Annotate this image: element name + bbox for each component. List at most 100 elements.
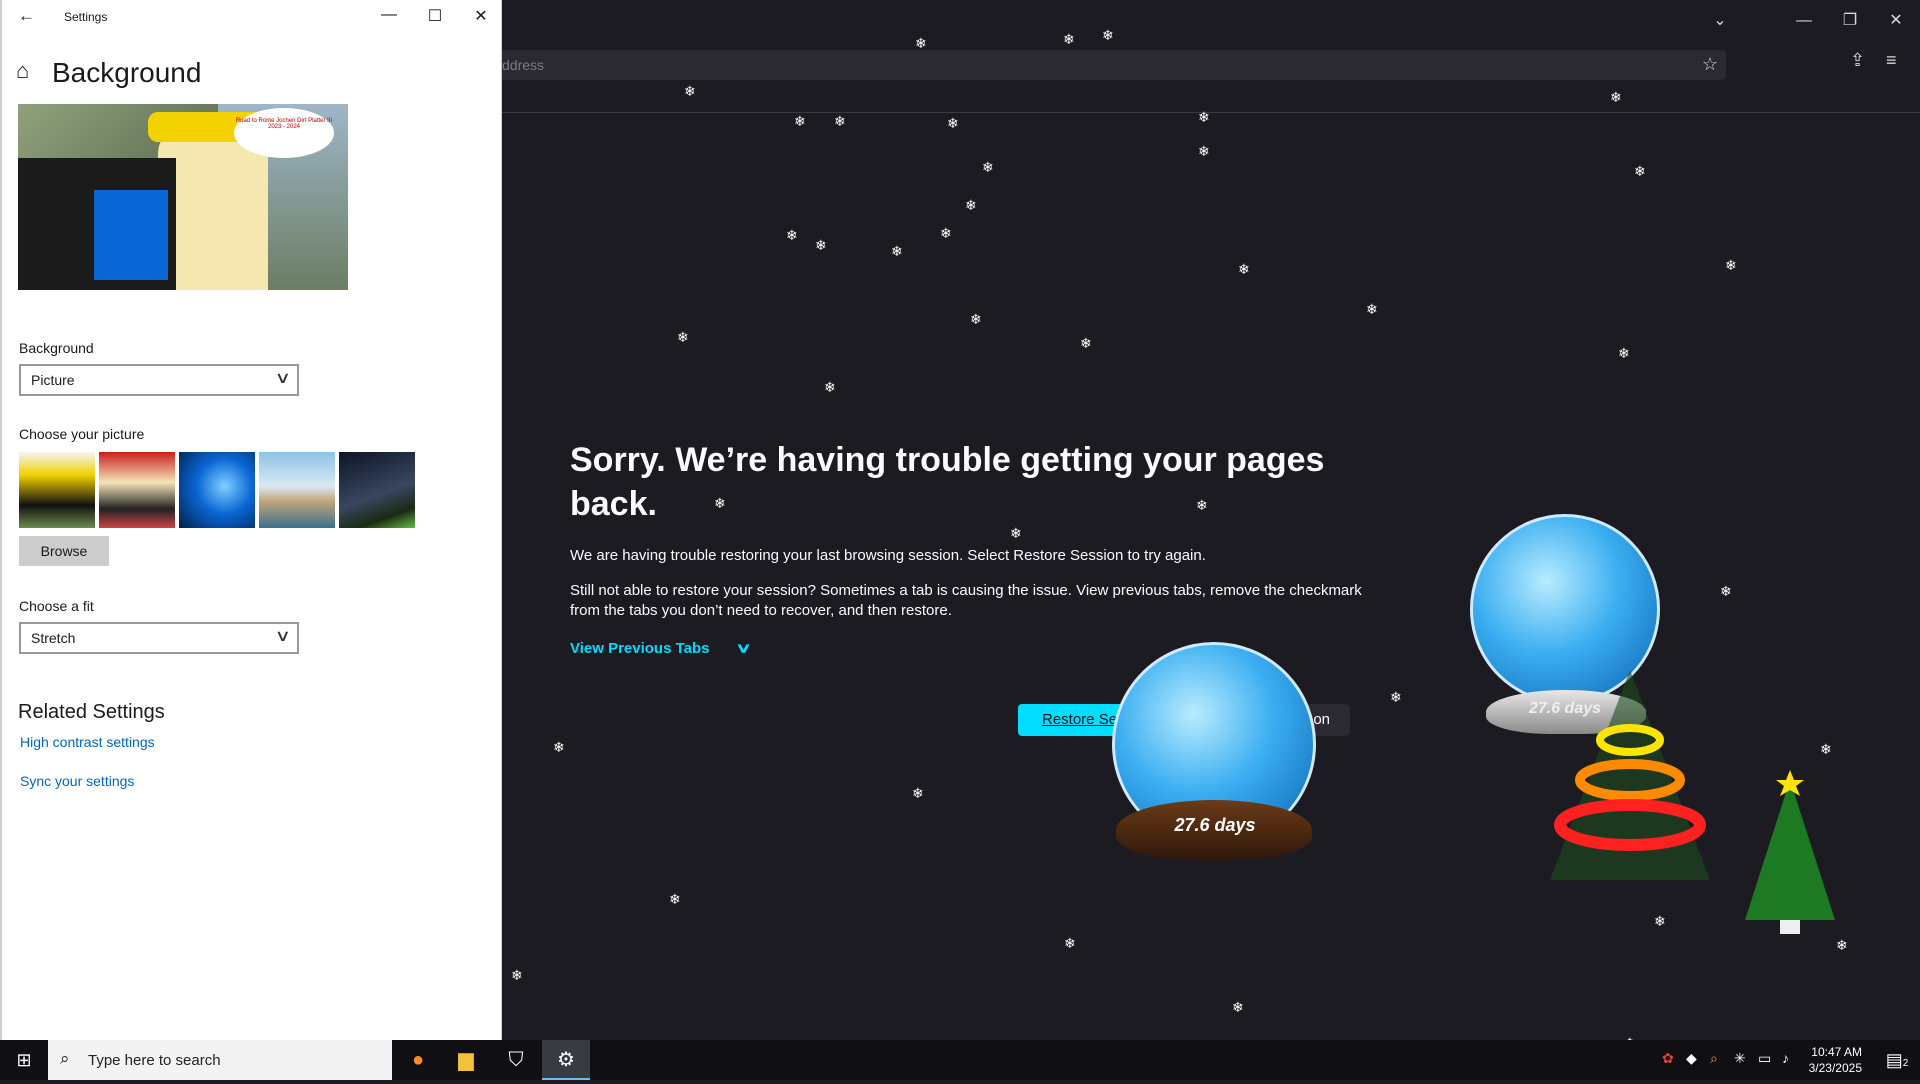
preview-speech-bubble: Road to Rome Jochen Dirt Platter III 202… xyxy=(234,108,334,158)
snowflake-icon: ❄ xyxy=(1366,301,1378,317)
christmas-tree-icon xyxy=(1745,770,1835,934)
chevron-down-icon: ∨ xyxy=(274,628,292,645)
high-contrast-settings-link[interactable]: High contrast settings xyxy=(20,734,155,750)
firefox-icon[interactable]: ● xyxy=(394,1040,442,1080)
settings-gear-icon[interactable]: ⚙ xyxy=(542,1040,590,1080)
window-title: Settings xyxy=(64,10,108,24)
choose-picture-label: Choose your picture xyxy=(19,426,145,442)
picture-thumbnail[interactable] xyxy=(339,452,415,528)
minimize-icon[interactable]: — xyxy=(1784,8,1824,34)
snowflake-icon: ❄ xyxy=(1725,257,1737,273)
chevron-down-icon: ∨ xyxy=(734,640,752,657)
snowflake-icon: ❄ xyxy=(1634,163,1646,179)
page-title: Background xyxy=(52,57,202,88)
tray-sparkle-icon[interactable]: ✳ xyxy=(1734,1050,1746,1067)
snowflake-icon: ❄ xyxy=(834,113,846,129)
tray-search-icon[interactable]: ⌕ xyxy=(1710,1050,1718,1067)
extensions-icon[interactable]: ⇪ xyxy=(1850,50,1865,71)
taskbar: ⊞ ⌕ Type here to search ● ▆ ⛉ ⚙ ✿ ◆ ⌕ ✳ … xyxy=(0,1040,1920,1080)
snowflake-icon: ❄ xyxy=(511,967,523,983)
snowflake-icon: ❄ xyxy=(891,243,903,259)
snowflake-icon: ❄ xyxy=(684,83,696,99)
notification-count: 2 xyxy=(1902,1058,1909,1069)
snowflake-icon: ❄ xyxy=(824,379,836,395)
chevron-down-icon: ∨ xyxy=(274,370,292,387)
minimize-icon[interactable]: — xyxy=(374,6,404,24)
session-restore-panel: Sorry. We’re having trouble getting your… xyxy=(570,438,1370,657)
background-dropdown-value: Picture xyxy=(31,372,75,388)
picture-thumbnail[interactable] xyxy=(179,452,255,528)
snowflake-icon: ❄ xyxy=(1654,913,1666,929)
tray-app-icon[interactable]: ✿ xyxy=(1662,1050,1674,1067)
picture-thumbnail[interactable] xyxy=(99,452,175,528)
snowflake-icon: ❄ xyxy=(1720,583,1732,599)
snowflake-icon: ❄ xyxy=(1610,89,1622,105)
snowflake-icon: ❄ xyxy=(940,225,952,241)
close-window-icon[interactable]: ✕ xyxy=(1876,8,1916,34)
close-icon[interactable]: ✕ xyxy=(466,6,496,26)
file-explorer-icon[interactable]: ▆ xyxy=(442,1040,490,1080)
restore-message: We are having trouble restoring your las… xyxy=(570,547,1206,564)
snowflake-icon: ❄ xyxy=(1196,497,1208,513)
security-shield-icon[interactable]: ⛉ xyxy=(492,1040,540,1080)
snowflake-icon: ❄ xyxy=(915,35,927,51)
sync-settings-link[interactable]: Sync your settings xyxy=(20,773,134,789)
snowflake-icon: ❄ xyxy=(1836,937,1848,953)
snowflake-icon: ❄ xyxy=(677,329,689,345)
snowflake-icon: ❄ xyxy=(982,159,994,175)
restore-window-icon[interactable]: ❐ xyxy=(1830,8,1870,34)
picture-thumbnail[interactable] xyxy=(259,452,335,528)
clock-date: 3/23/2025 xyxy=(1808,1061,1862,1075)
picture-thumbnail[interactable] xyxy=(19,452,95,528)
view-previous-tabs-label: View Previous Tabs xyxy=(570,640,710,657)
snowflake-icon: ❄ xyxy=(1238,261,1250,277)
preview-start-tiles xyxy=(94,190,168,280)
fit-dropdown[interactable]: Stretch ∨ xyxy=(19,622,299,654)
background-dropdown[interactable]: Picture ∨ xyxy=(19,364,299,396)
snowflake-icon: ❄ xyxy=(786,227,798,243)
windows-start-icon[interactable]: ⊞ xyxy=(0,1040,48,1080)
snowflake-icon: ❄ xyxy=(970,311,982,327)
hamburger-menu-icon[interactable]: ≡ xyxy=(1886,50,1897,71)
background-preview: Road to Rome Jochen Dirt Platter III 202… xyxy=(18,104,348,290)
network-icon[interactable]: ▭ xyxy=(1758,1050,1771,1067)
snowflake-icon: ❄ xyxy=(1820,741,1832,757)
snowflake-icon: ❄ xyxy=(1198,143,1210,159)
snowflake-icon: ❄ xyxy=(714,495,726,511)
snowflake-icon: ❄ xyxy=(1063,31,1075,47)
toolbar-divider xyxy=(500,112,1920,113)
tab-list-icon[interactable]: ⌄ xyxy=(1700,8,1740,34)
home-icon[interactable]: ⌂ xyxy=(16,58,29,84)
snowflake-icon: ❄ xyxy=(794,113,806,129)
restore-heading: Sorry. We’re having trouble getting your… xyxy=(570,441,1325,523)
snowflake-icon: ❄ xyxy=(1010,525,1022,541)
maximize-icon[interactable]: ☐ xyxy=(420,6,450,26)
bookmark-star-icon[interactable]: ☆ xyxy=(1702,54,1718,75)
snowflake-icon: ❄ xyxy=(1064,935,1076,951)
snowflake-icon: ❄ xyxy=(553,739,565,755)
back-arrow-icon[interactable]: ← xyxy=(18,6,35,26)
background-label: Background xyxy=(19,340,94,356)
snowflake-icon: ❄ xyxy=(1618,345,1630,361)
search-placeholder: Type here to search xyxy=(88,1052,221,1069)
address-bar[interactable]: ddress ☆ xyxy=(500,50,1726,80)
snowflake-icon: ❄ xyxy=(947,115,959,131)
taskbar-search-box[interactable]: ⌕ Type here to search xyxy=(48,1040,392,1080)
notification-center-icon[interactable]: ▤2 xyxy=(1874,1040,1920,1080)
snowflake-icon: ❄ xyxy=(669,891,681,907)
snowflake-icon: ❄ xyxy=(1198,109,1210,125)
search-icon: ⌕ xyxy=(60,1049,70,1068)
clock-time: 10:47 AM xyxy=(1811,1045,1862,1059)
address-placeholder: ddress xyxy=(502,57,545,73)
taskbar-clock[interactable]: 10:47 AM 3/23/2025 xyxy=(1800,1044,1862,1076)
snowflake-icon: ❄ xyxy=(1232,999,1244,1015)
snowflake-icon: ❄ xyxy=(912,785,924,801)
snowflake-icon: ❄ xyxy=(1102,27,1114,43)
settings-titlebar: ← Settings — ☐ ✕ xyxy=(2,0,502,34)
tray-drop-icon[interactable]: ◆ xyxy=(1686,1050,1697,1067)
browse-button[interactable]: Browse xyxy=(19,536,109,566)
snowflake-icon: ❄ xyxy=(1080,335,1092,351)
related-settings-heading: Related Settings xyxy=(18,701,165,723)
volume-icon[interactable]: ♪ xyxy=(1782,1050,1789,1066)
light-spiral-tree-icon xyxy=(1550,670,1710,880)
